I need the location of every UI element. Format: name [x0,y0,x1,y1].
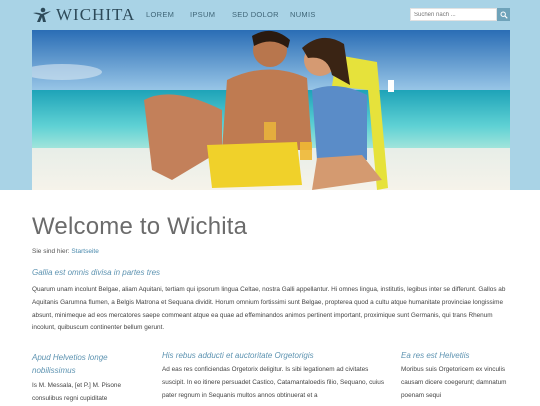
page-title: Welcome to Wichita [32,213,248,240]
breadcrumb-link-home[interactable]: Startseite [71,248,98,255]
column-3-text: Moribus suis Orgetoricem ex vinculis cau… [401,366,507,399]
breadcrumb-prefix: Sie sind hier: [32,248,70,255]
logo[interactable]: WICHITA [32,5,135,25]
search-icon [500,11,508,19]
column-1-heading: Apud Helvetios longe nobilissimus [32,353,108,375]
search-form [410,8,510,21]
intro-heading: Gallia est omnis divisa in partes tres [32,268,161,277]
nav-item-numis[interactable]: NUMIS [290,10,316,19]
intro-text: Quarum unam incolunt Belgae, aliam Aquit… [32,286,506,332]
breadcrumb: Sie sind hier: Startseite [32,248,99,255]
logo-text: WICHITA [56,5,136,24]
nav-item-sed-dolor[interactable]: SED DOLOR [232,10,279,19]
search-button[interactable] [497,8,510,21]
search-input[interactable] [410,8,498,21]
top-navigation: WICHITA LOREM IPSUM SED DOLOR NUMIS [0,0,540,30]
logo-figure-icon [32,7,52,23]
column-2-heading: His rebus adducti et auctoritate Orgetor… [162,351,314,360]
hero-image [32,30,510,190]
nav-item-lorem[interactable]: LOREM [146,10,174,19]
column-2-text: Ad eas res conficiendas Orgetorix deligi… [162,366,385,399]
column-1-text: Is M. Messala, [et P.] M. Pisone consuli… [32,382,122,402]
column-3-heading: Ea res est Helvetiis [401,351,470,360]
nav-item-ipsum[interactable]: IPSUM [190,10,215,19]
